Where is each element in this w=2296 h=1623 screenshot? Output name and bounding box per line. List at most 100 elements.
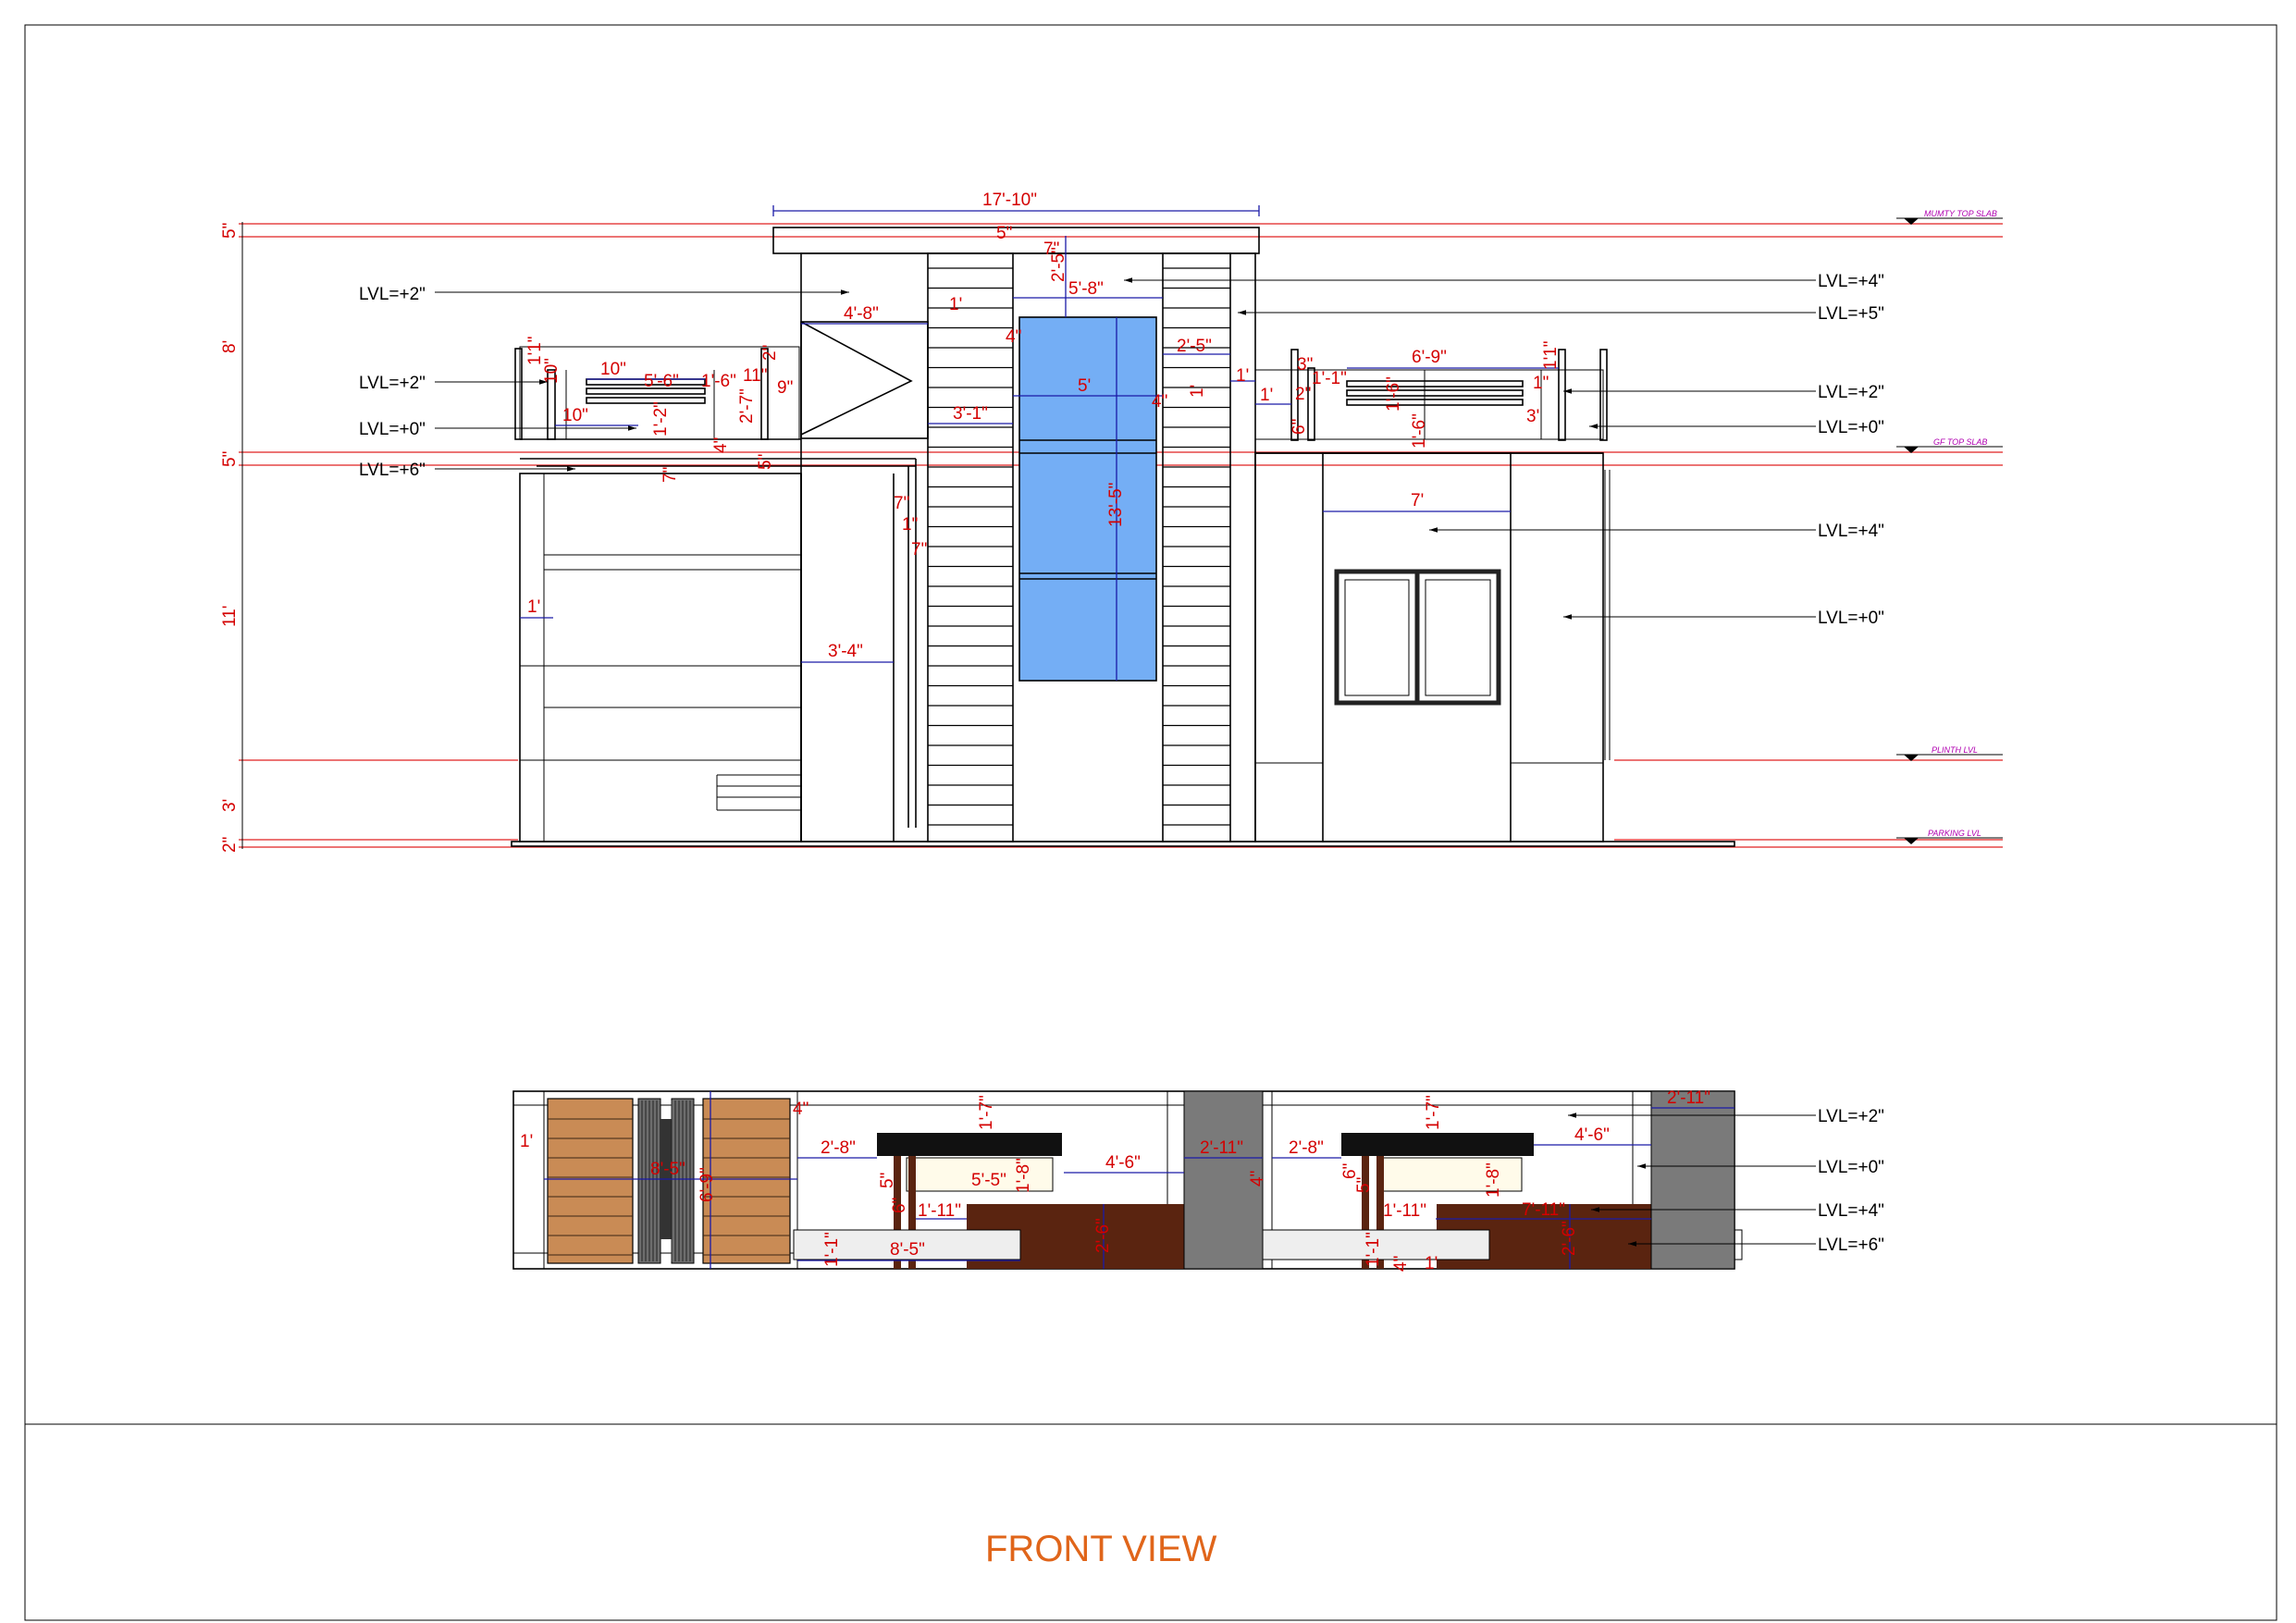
dim-4in-a: 4" bbox=[1006, 327, 1021, 347]
sheet-border bbox=[24, 24, 2277, 1621]
dim-6in-a: 6" bbox=[1290, 419, 1309, 435]
plan-dim-6-9: 6'-9" bbox=[697, 1167, 717, 1202]
dim-1in: 1" bbox=[902, 515, 918, 535]
plan-dim-1-7a: 1'-7" bbox=[977, 1095, 996, 1130]
dim-1-1: 1'-1" bbox=[1312, 369, 1347, 388]
plan-dim-8-5b: 8'-5" bbox=[890, 1240, 925, 1260]
lvl-note-right-6: LVL=+0" bbox=[1818, 609, 1884, 628]
plan-dim-6in-a: 6" bbox=[890, 1198, 909, 1213]
vertical-dimension-chain: 5" 8' 5" 11' 3' 2" bbox=[220, 222, 243, 853]
dim-1-6a: 1'-6" bbox=[701, 372, 736, 391]
plan-dim-2-11b: 2'-11" bbox=[1667, 1088, 1710, 1108]
dim-2in-b: 2" bbox=[1295, 385, 1311, 404]
dim-1ft-b: 1' bbox=[1188, 385, 1207, 398]
vdim-2in: 2" bbox=[220, 837, 240, 853]
drawing-sheet: MUMTY TOP SLAB GF TOP SLAB PLINTH LVL PA… bbox=[24, 24, 2277, 1621]
dim-1ft-d: 1' bbox=[1260, 386, 1273, 405]
plan-dim-1ft-b: 1' bbox=[1425, 1254, 1438, 1273]
dim-6-9: 6'-9" bbox=[1412, 348, 1447, 367]
plan-dim-1-1b: 1'-1" bbox=[1364, 1232, 1383, 1267]
vdim-3ft: 3' bbox=[220, 799, 240, 812]
plan-dim-6in-b: 6" bbox=[1340, 1163, 1360, 1179]
glass-facade bbox=[1018, 316, 1157, 682]
sheet-title: FRONT VIEW bbox=[985, 1529, 1217, 1569]
dim-4in-b: 4" bbox=[1152, 392, 1167, 412]
lvl-note-left-3: LVL=+0" bbox=[359, 420, 426, 439]
dim-1-6c: 1'-6" bbox=[1410, 413, 1429, 449]
plan-dim-4in-a: 4" bbox=[793, 1100, 809, 1119]
level-tags: MUMTY TOP SLAB GF TOP SLAB PLINTH LVL PA… bbox=[1896, 209, 2003, 844]
dim-11in-b: 11" bbox=[743, 366, 767, 386]
dim-5-6: 5'-6" bbox=[644, 372, 679, 391]
dim-11in-c: 1'1" bbox=[1541, 340, 1561, 370]
dim-3-1: 3'-1" bbox=[953, 404, 988, 424]
level-tag-parking: PARKING LVL bbox=[1928, 829, 1981, 838]
dim-13-5: 13'-5" bbox=[1106, 483, 1126, 527]
dim-10in-a: 10" bbox=[542, 358, 562, 384]
dim-5in-b: 5" bbox=[756, 454, 775, 470]
plan-dim-2-6a: 2'-6" bbox=[1093, 1218, 1113, 1253]
dim-7in-c: 7" bbox=[894, 494, 909, 513]
stair-stripes-left bbox=[927, 252, 1014, 842]
dim-1-6b: 1'-6" bbox=[1384, 376, 1403, 412]
dim-9in: 9" bbox=[777, 378, 793, 398]
dim-2-5b: 2'-5" bbox=[1177, 337, 1212, 356]
plan-dim-1-11a: 1'-11" bbox=[918, 1201, 961, 1221]
lvl-note-left-2: LVL=+2" bbox=[359, 374, 426, 393]
lvl-note-right-2: LVL=+5" bbox=[1818, 304, 1884, 324]
dim-10in-c: 10" bbox=[562, 406, 588, 425]
dim-7ft: 7' bbox=[1411, 491, 1424, 510]
dim-1-2: 1'-2" bbox=[651, 401, 671, 436]
lvl-note-left-4: LVL=+6" bbox=[359, 461, 426, 480]
dim-5ft: 5' bbox=[1078, 376, 1091, 396]
plan-dim-1-11b: 1'-11" bbox=[1383, 1201, 1426, 1221]
plan-dim-1-8a: 1'-8" bbox=[1014, 1158, 1033, 1193]
plan-dim-1-8b: 1'-8" bbox=[1484, 1162, 1503, 1198]
dim-4in-c: 4" bbox=[711, 437, 731, 453]
mumty-slab bbox=[772, 227, 1260, 254]
plan-dim-2-11a: 2'-11" bbox=[1200, 1138, 1243, 1158]
lvl-note-right-1: LVL=+4" bbox=[1818, 272, 1884, 291]
front-elevation: MUMTY TOP SLAB GF TOP SLAB PLINTH LVL PA… bbox=[220, 191, 2003, 853]
dim-7in-b: 7" bbox=[660, 467, 680, 483]
dim-3-4: 3'-4" bbox=[828, 642, 863, 661]
dim-2-5a: 2'-5" bbox=[1049, 247, 1068, 282]
dim-overall-width: 17'-10" bbox=[982, 191, 1037, 210]
plan-dim-2-6b: 2'-6" bbox=[1560, 1221, 1579, 1256]
dim-5-8: 5'-8" bbox=[1068, 279, 1104, 299]
plan-dim-8-5a: 8'-5" bbox=[650, 1160, 685, 1179]
vdim-5in: 5" bbox=[220, 451, 240, 467]
level-tag-gf-top-slab: GF TOP SLAB bbox=[1933, 437, 1987, 447]
lvl-note-right-3: LVL=+2" bbox=[1818, 383, 1884, 402]
lvl-note-left-1: LVL=+2" bbox=[359, 285, 426, 304]
dim-1ft-a: 1' bbox=[949, 295, 962, 314]
vdim-8ft: 8' bbox=[220, 340, 240, 353]
vdim-11ft: 11' bbox=[220, 606, 240, 627]
plan-dim-4-6b: 4'-6" bbox=[1574, 1125, 1610, 1145]
plan-dim-7-11: 7'-11" bbox=[1522, 1200, 1565, 1220]
lvl-note-right-4: LVL=+0" bbox=[1818, 418, 1884, 437]
plan-dim-4-6a: 4'-6" bbox=[1105, 1153, 1141, 1173]
dim-3in-b: 3' bbox=[1526, 407, 1539, 426]
plan-dim-1ft: 1' bbox=[520, 1132, 533, 1151]
plan-dim-1-1a: 1'-1" bbox=[822, 1232, 842, 1267]
plan-dim-5-5: 5'-5" bbox=[971, 1171, 1006, 1190]
dim-1ft-c: 1' bbox=[1236, 366, 1249, 386]
dim-7in-d: 7" bbox=[911, 540, 927, 559]
dim-10in-b: 10" bbox=[600, 360, 626, 379]
vdim-5in-top: 5" bbox=[220, 223, 240, 239]
lvl-note-right-5: LVL=+4" bbox=[1818, 522, 1884, 541]
plan-lvl-note-3: LVL=+4" bbox=[1818, 1201, 1884, 1221]
dim-2-7: 2'-7" bbox=[737, 388, 757, 424]
dim-3in: 3" bbox=[1297, 355, 1313, 375]
plan-lvl-note-1: LVL=+2" bbox=[1818, 1107, 1884, 1126]
plan-dim-2-8a: 2'-8" bbox=[821, 1138, 856, 1158]
plan-dim-5in-a: 5" bbox=[878, 1173, 897, 1188]
level-tag-mumty-top-slab: MUMTY TOP SLAB bbox=[1924, 209, 1997, 218]
dim-5in: 5" bbox=[996, 224, 1012, 243]
dim-4-8: 4'-8" bbox=[844, 304, 879, 324]
plan-strip: 1' 8'-5" 6'-9" 4" 2'-8" 1'-7" 4'-6" 2'-1… bbox=[512, 1088, 1884, 1273]
plan-dim-4in-c: 4" bbox=[1391, 1256, 1411, 1272]
plan-lvl-note-4: LVL=+6" bbox=[1818, 1236, 1884, 1255]
dim-2in-a: 2" bbox=[760, 345, 780, 361]
